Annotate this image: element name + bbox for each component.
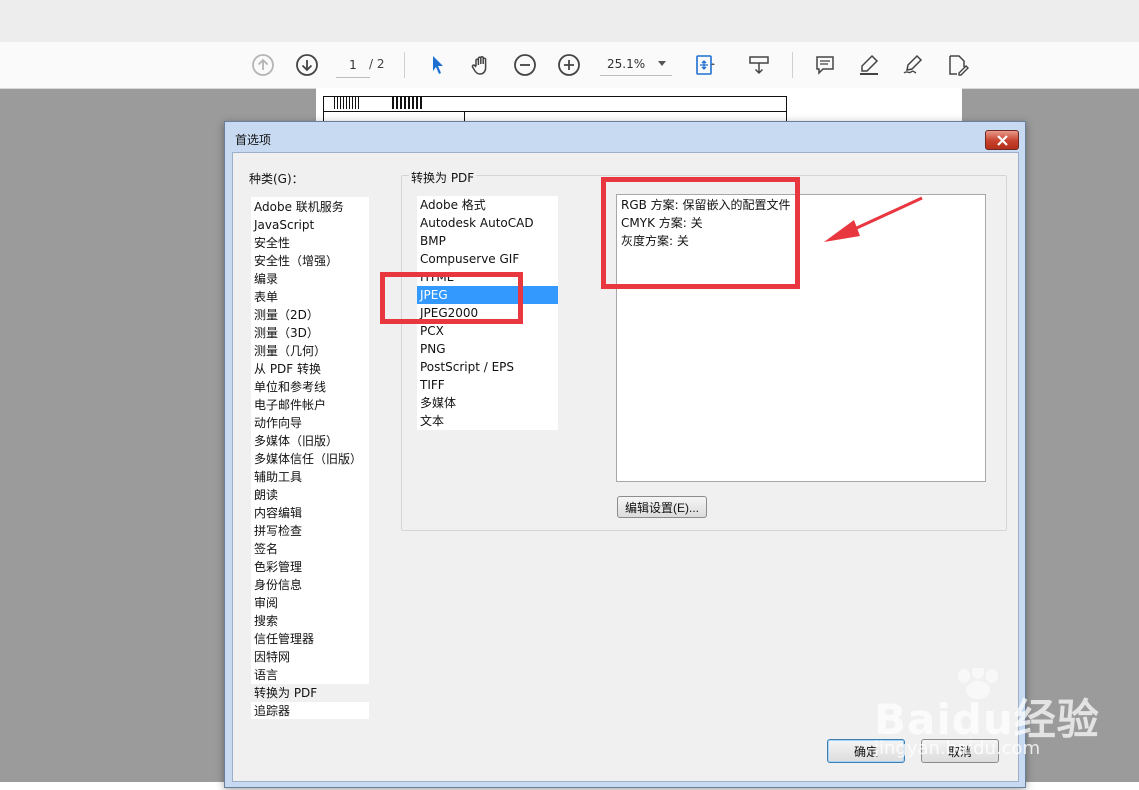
category-item[interactable]: 语言: [254, 666, 278, 684]
category-item[interactable]: 朗读: [254, 486, 278, 504]
category-item[interactable]: 安全性（增强）: [254, 252, 338, 270]
category-item[interactable]: 拼写检查: [254, 522, 302, 540]
page-total: / 2: [369, 57, 385, 71]
category-item[interactable]: 转换为 PDF: [254, 684, 317, 702]
category-item[interactable]: JavaScript: [254, 216, 314, 234]
close-button[interactable]: [985, 130, 1019, 150]
category-item[interactable]: 因特网: [254, 648, 290, 666]
edit-settings-button[interactable]: 编辑设置(E)...: [617, 496, 707, 518]
file-type-item[interactable]: PCX: [420, 322, 444, 340]
document-barcode: [334, 97, 360, 109]
category-item[interactable]: 单位和参考线: [254, 378, 326, 396]
category-item[interactable]: 多媒体（旧版）: [254, 432, 338, 450]
category-item[interactable]: 辅助工具: [254, 468, 302, 486]
zoom-select[interactable]: 25.1%: [600, 53, 672, 76]
zoom-value: 25.1%: [607, 57, 646, 71]
category-item[interactable]: 测量（2D）: [254, 306, 319, 324]
file-type-item[interactable]: 文本: [420, 412, 444, 430]
category-item[interactable]: 身份信息: [254, 576, 302, 594]
toolbar-separator: [404, 52, 405, 78]
chevron-down-icon: [658, 61, 666, 66]
file-type-item[interactable]: Compuserve GIF: [420, 250, 519, 268]
scroll-mode-icon[interactable]: [744, 50, 774, 80]
category-item[interactable]: 表单: [254, 288, 278, 306]
file-type-item[interactable]: Adobe 格式: [420, 196, 486, 214]
file-type-item[interactable]: TIFF: [420, 376, 445, 394]
fill-sign-icon[interactable]: [942, 50, 972, 80]
zoom-in-icon[interactable]: [554, 50, 584, 80]
hand-tool-icon[interactable]: [466, 50, 496, 80]
category-item[interactable]: 动作向导: [254, 414, 302, 432]
category-item[interactable]: 签名: [254, 540, 278, 558]
dialog-title: 首选项: [235, 133, 272, 147]
category-item[interactable]: 多媒体信任（旧版）: [254, 450, 362, 468]
prev-page-icon[interactable]: [248, 50, 278, 80]
category-item[interactable]: 色彩管理: [254, 558, 302, 576]
group-title: 转换为 PDF: [409, 169, 477, 186]
file-type-item[interactable]: Autodesk AutoCAD: [420, 214, 534, 232]
category-item[interactable]: 测量（3D）: [254, 324, 319, 342]
category-item[interactable]: 编录: [254, 270, 278, 288]
category-item[interactable]: 电子邮件帐户: [254, 396, 326, 414]
category-item[interactable]: 从 PDF 转换: [254, 360, 321, 378]
zoom-out-icon[interactable]: [510, 50, 540, 80]
file-type-item[interactable]: BMP: [420, 232, 446, 250]
document-rule: [323, 111, 786, 112]
file-type-item[interactable]: PostScript / EPS: [420, 358, 514, 376]
file-type-item[interactable]: 多媒体: [420, 394, 456, 412]
category-item[interactable]: 搜索: [254, 612, 278, 630]
annotation-box-jpeg: [380, 272, 523, 324]
toolbar-separator: [792, 52, 793, 78]
category-item[interactable]: 测量（几何）: [254, 342, 326, 360]
category-item[interactable]: 内容编辑: [254, 504, 302, 522]
categories-list[interactable]: Adobe 联机服务 JavaScript 安全性 安全性（增强） 编录 表单 测量（2D）…: [251, 197, 369, 719]
category-item[interactable]: 信任管理器: [254, 630, 314, 648]
file-type-item[interactable]: PNG: [420, 340, 446, 358]
annotation-arrow-icon: [824, 196, 923, 242]
next-page-icon[interactable]: [292, 50, 322, 80]
fit-page-icon[interactable]: [690, 50, 720, 80]
app-top-strip: [0, 0, 1139, 43]
category-item[interactable]: Adobe 联机服务: [254, 198, 344, 216]
comment-icon[interactable]: [810, 50, 840, 80]
select-tool-icon[interactable]: [422, 50, 452, 80]
document-barcode: [392, 97, 422, 109]
sign-icon[interactable]: [898, 50, 928, 80]
page-number-input[interactable]: [336, 53, 370, 78]
category-item[interactable]: 安全性: [254, 234, 290, 252]
close-icon: [996, 134, 1008, 146]
categories-label: 种类(G)：: [249, 172, 304, 186]
toolbar: [0, 42, 1139, 89]
highlight-pen-icon[interactable]: [854, 50, 884, 80]
annotation-box-info: [601, 177, 800, 289]
category-item[interactable]: 审阅: [254, 594, 278, 612]
category-item[interactable]: 追踪器: [254, 702, 290, 720]
watermark-url: jingyan.baidu.com: [874, 738, 1041, 759]
